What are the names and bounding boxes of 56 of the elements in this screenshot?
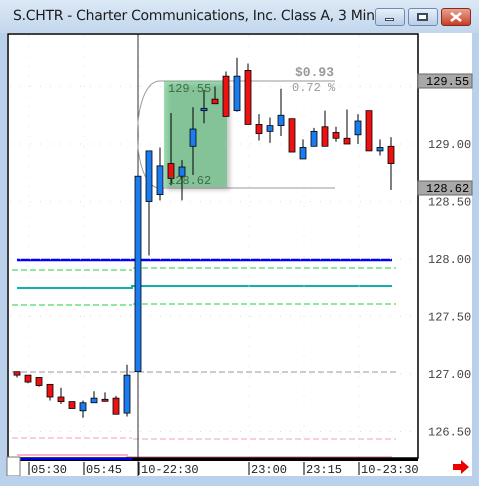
candle — [190, 106, 196, 176]
candle — [58, 387, 64, 404]
candle — [156, 146, 164, 201]
candle — [388, 136, 394, 190]
candle — [102, 392, 108, 402]
candle — [366, 110, 372, 152]
candle — [310, 127, 318, 147]
time-axis-label: 23:15 — [304, 462, 342, 476]
candle — [278, 88, 284, 136]
close-button[interactable] — [440, 8, 471, 26]
price-axis-label: 127.50 — [428, 310, 472, 324]
scroll-box[interactable] — [6, 456, 20, 476]
price-axis-label: 126.50 — [428, 426, 472, 440]
measure-high-label: 129.55 — [168, 82, 212, 96]
price-change-label: $0.93 — [295, 65, 334, 80]
candle — [344, 109, 350, 144]
candle — [354, 114, 362, 144]
time-axis-label: 05:30 — [28, 462, 68, 476]
candle — [36, 377, 42, 388]
window-title: S.CHTR - Charter Communications, Inc. Class A, 3 Min — [13, 7, 375, 26]
percent-change-label: 0.72 % — [292, 81, 336, 95]
candle — [112, 395, 120, 415]
candle — [46, 384, 54, 401]
candle — [266, 117, 274, 144]
candle — [124, 364, 130, 418]
candle — [222, 71, 230, 117]
scroll-right-icon[interactable] — [453, 460, 469, 474]
candle — [244, 63, 252, 125]
price-axis-label: 128.50 — [428, 196, 472, 210]
maximize-button[interactable] — [408, 8, 438, 26]
maximize-icon — [417, 12, 428, 20]
price-axis-label: 128.00 — [428, 253, 472, 267]
minimize-button[interactable] — [374, 8, 405, 26]
time-axis-label: 10-23:30 — [358, 462, 419, 476]
candle — [24, 374, 32, 384]
price-axis-label: 129.00 — [428, 138, 472, 152]
time-axis-label: 05:45 — [84, 462, 122, 476]
candle — [300, 138, 306, 160]
time-axis-label: 23:00 — [248, 462, 288, 476]
price-tag: 128.62 — [418, 180, 472, 196]
candle — [212, 86, 218, 104]
candle — [80, 400, 86, 418]
candle — [256, 114, 262, 142]
candle — [14, 371, 20, 378]
time-axis-label: 10-22:30 — [138, 462, 199, 476]
candle — [288, 118, 296, 152]
candle — [376, 138, 384, 156]
minimize-icon — [385, 18, 394, 21]
candle — [234, 57, 240, 112]
price-axis-label: 127.00 — [428, 368, 472, 382]
price-tag: 129.55 — [418, 74, 472, 89]
close-icon — [450, 12, 462, 22]
candle — [322, 110, 328, 147]
candle — [90, 390, 98, 404]
candle — [68, 401, 76, 409]
candle — [332, 126, 340, 142]
